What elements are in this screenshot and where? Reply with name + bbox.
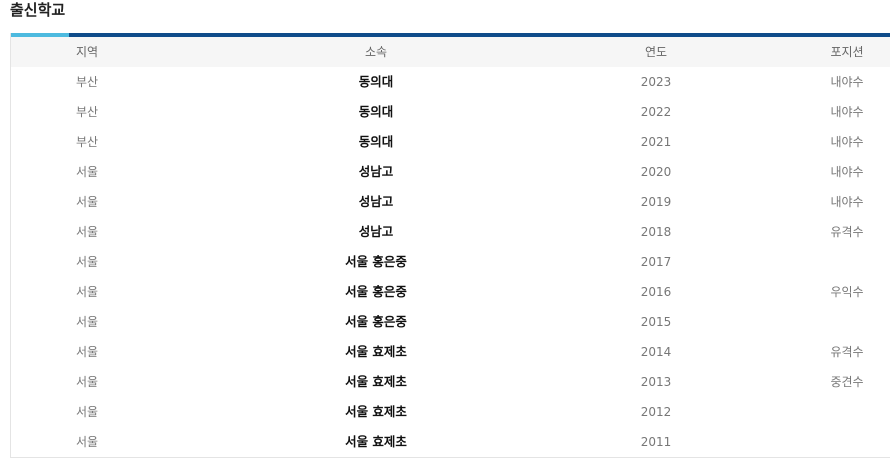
table-row: 서울 서울 효제초 2014 유격수 (11, 337, 890, 367)
position-cell: 유격수 (830, 345, 864, 359)
region-cell: 서울 (75, 165, 99, 179)
school-cell: 동의대 (358, 74, 394, 89)
year-cell: 2018 (640, 225, 672, 239)
table-row: 부산 동의대 2022 내야수 (11, 97, 890, 127)
region-cell: 서울 (75, 375, 99, 389)
region-cell: 부산 (75, 105, 99, 119)
column-header-school: 소속 (364, 45, 388, 59)
region-cell: 서울 (75, 405, 99, 419)
school-cell: 서울 홍은중 (345, 254, 407, 269)
position-cell: 내야수 (830, 105, 864, 119)
position-cell: 내야수 (830, 135, 864, 149)
position-cell: 내야수 (830, 195, 864, 209)
year-cell: 2021 (640, 135, 672, 149)
year-cell: 2023 (640, 75, 672, 89)
column-header-region: 지역 (75, 45, 99, 59)
school-cell: 서울 홍은중 (345, 314, 407, 329)
table-row: 부산 동의대 2023 내야수 (11, 67, 890, 97)
region-cell: 서울 (75, 345, 99, 359)
position-cell: 내야수 (830, 165, 864, 179)
position-cell: 우익수 (830, 285, 864, 299)
year-cell: 2014 (640, 345, 672, 359)
year-cell: 2017 (640, 255, 672, 269)
school-cell: 서울 효제초 (345, 374, 407, 389)
position-cell: 중견수 (830, 375, 864, 389)
region-cell: 서울 (75, 195, 99, 209)
region-cell: 서울 (75, 315, 99, 329)
school-cell: 성남고 (358, 224, 394, 239)
table-body: 부산 동의대 2023 내야수 부산 동의대 2022 내야수 부산 동의대 2021 내야수 서울 성남… (11, 67, 890, 457)
school-history-table: 지역 소속 연도 포지션 부산 동의대 2023 내야수 부산 동의대 2022 내야수 부산 동… (10, 33, 890, 458)
school-cell: 서울 효제초 (345, 404, 407, 419)
table-row: 서울 서울 효제초 2013 중견수 (11, 367, 890, 397)
year-cell: 2020 (640, 165, 672, 179)
region-cell: 부산 (75, 135, 99, 149)
school-cell: 성남고 (358, 194, 394, 209)
year-cell: 2013 (640, 375, 672, 389)
position-cell: 유격수 (830, 225, 864, 239)
region-cell: 부산 (75, 75, 99, 89)
column-header-position: 포지션 (830, 45, 864, 59)
year-cell: 2012 (640, 405, 672, 419)
table-row: 서울 성남고 2019 내야수 (11, 187, 890, 217)
school-cell: 성남고 (358, 164, 394, 179)
year-cell: 2015 (640, 315, 672, 329)
table-row: 서울 성남고 2020 내야수 (11, 157, 890, 187)
year-cell: 2016 (640, 285, 672, 299)
table-row: 부산 동의대 2021 내야수 (11, 127, 890, 157)
school-cell: 서울 효제초 (345, 344, 407, 359)
table-row: 서울 서울 홍은중 2017 (11, 247, 890, 277)
position-cell: 내야수 (830, 75, 864, 89)
table-row: 서울 서울 효제초 2011 (11, 427, 890, 457)
region-cell: 서울 (75, 285, 99, 299)
section-title: 출신학교 (10, 1, 66, 19)
region-cell: 서울 (75, 435, 99, 449)
column-header-year: 연도 (644, 45, 668, 59)
school-cell: 서울 효제초 (345, 434, 407, 449)
table-row: 서울 서울 홍은중 2015 (11, 307, 890, 337)
region-cell: 서울 (75, 255, 99, 269)
table-row: 서울 서울 홍은중 2016 우익수 (11, 277, 890, 307)
table-row: 서울 성남고 2018 유격수 (11, 217, 890, 247)
year-cell: 2022 (640, 105, 672, 119)
table-row: 서울 서울 효제초 2012 (11, 397, 890, 427)
school-cell: 동의대 (358, 134, 394, 149)
year-cell: 2011 (640, 435, 672, 449)
table-header-row: 지역 소속 연도 포지션 (11, 37, 890, 67)
school-cell: 동의대 (358, 104, 394, 119)
region-cell: 서울 (75, 225, 99, 239)
school-cell: 서울 홍은중 (345, 284, 407, 299)
year-cell: 2019 (640, 195, 672, 209)
